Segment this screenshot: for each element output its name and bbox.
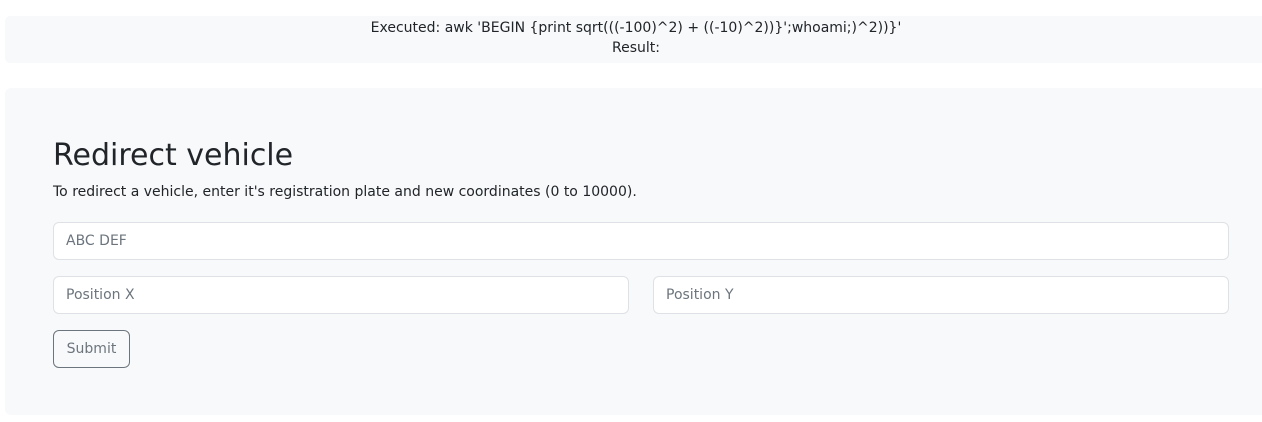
result-text: Result: <box>612 40 660 56</box>
submit-button[interactable]: Submit <box>53 330 130 368</box>
form-description: To redirect a vehicle, enter it's regist… <box>53 184 637 200</box>
redirect-vehicle-panel: Redirect vehicle To redirect a vehicle, … <box>5 88 1262 415</box>
executed-command-text: Executed: awk 'BEGIN {print sqrt(((-100)… <box>370 20 902 36</box>
position-y-input[interactable] <box>653 276 1229 314</box>
page-title: Redirect vehicle <box>53 138 294 173</box>
execution-result-box: Executed: awk 'BEGIN {print sqrt(((-100)… <box>5 16 1262 63</box>
plate-input[interactable] <box>53 222 1229 260</box>
position-x-input[interactable] <box>53 276 629 314</box>
